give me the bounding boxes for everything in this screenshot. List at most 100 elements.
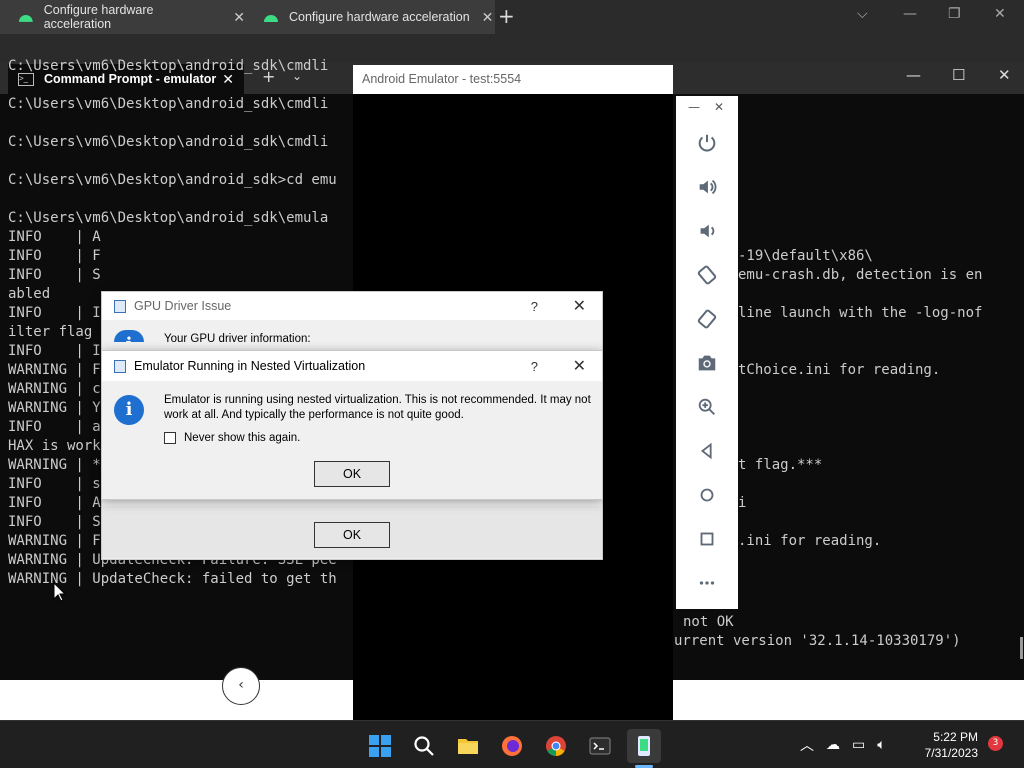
minimize-icon[interactable]: —: [906, 66, 921, 84]
android-icon: [18, 15, 33, 22]
emulator-app-icon[interactable]: [627, 729, 661, 763]
terminal-line: -19\default\x86\: [738, 248, 873, 264]
search-icon[interactable]: [407, 729, 441, 763]
dialog-titlebar: Emulator Running in Nested Virtualizatio…: [102, 351, 602, 381]
close-icon[interactable]: ✕: [573, 356, 586, 376]
chrome-icon[interactable]: [539, 729, 573, 763]
terminal-line: not OK: [683, 614, 734, 630]
maximize-icon[interactable]: ☐: [952, 66, 965, 84]
browser-tab-1-label: Configure hardware acceleration: [43, 3, 154, 31]
terminal-line: INFO | F: [8, 248, 101, 264]
help-button[interactable]: ?: [531, 359, 538, 374]
zoom-icon[interactable]: [676, 390, 738, 424]
close-icon[interactable]: ✕: [233, 9, 245, 26]
terminal-line: emu-crash.db, detection is en: [738, 267, 983, 283]
minimize-icon[interactable]: —: [903, 6, 917, 22]
time: 5:22 PM: [933, 730, 978, 744]
terminal-line: line launch with the -log-nof: [738, 305, 983, 321]
terminal-line: i: [738, 495, 747, 511]
scrollbar-thumb[interactable]: [1020, 637, 1023, 659]
browser-tab-1[interactable]: Configure hardware acceleration ✕: [0, 0, 245, 34]
ok-button[interactable]: OK: [314, 461, 390, 487]
restore-icon[interactable]: ❐: [948, 6, 961, 22]
network-icon[interactable]: ▭: [852, 737, 865, 753]
system-tray: ︿ ☁ ▭ 🔈︎: [800, 721, 886, 768]
app-icon: [114, 359, 126, 373]
emulator-toolbar: — ✕: [676, 96, 738, 609]
chevron-down-icon[interactable]: ⌵: [857, 6, 868, 22]
app-icon: [114, 299, 126, 313]
back-icon[interactable]: [676, 434, 738, 468]
clock[interactable]: 5:22 PM 7/31/2023: [912, 729, 978, 761]
never-show-checkbox[interactable]: Never show this again.: [164, 432, 300, 444]
close-icon[interactable]: ✕: [994, 6, 1006, 22]
terminal-line: .ini for reading.: [738, 533, 882, 549]
chevron-left-icon[interactable]: ‹: [222, 667, 260, 705]
gpu-info-text: Your GPU driver information:: [164, 333, 311, 345]
power-icon[interactable]: [676, 126, 738, 160]
notification-badge[interactable]: 3: [988, 736, 1003, 751]
terminal-line: INFO | A: [8, 229, 101, 245]
windows-start-icon[interactable]: [363, 729, 397, 763]
emulator-title: Android Emulator - test:5554: [353, 65, 673, 94]
chevron-up-icon[interactable]: ︿: [800, 735, 814, 755]
checkbox-label: Never show this again.: [184, 432, 301, 444]
rotate-right-icon[interactable]: [676, 302, 738, 336]
browser-tab-2-label: Configure hardware acceleration: [289, 10, 470, 24]
home-icon[interactable]: [676, 478, 738, 512]
dialog-title: Emulator Running in Nested Virtualizatio…: [134, 359, 366, 373]
help-button[interactable]: ?: [531, 299, 538, 314]
close-icon[interactable]: ✕: [482, 9, 494, 26]
nested-virtualization-dialog: Emulator Running in Nested Virtualizatio…: [101, 350, 603, 500]
ok-button[interactable]: OK: [314, 522, 390, 548]
terminal-output-right: -19\default\x86\ emu-crash.db, detection …: [738, 247, 982, 551]
more-icon[interactable]: [676, 566, 738, 600]
info-icon: i: [114, 395, 144, 425]
volume-down-icon[interactable]: [676, 214, 738, 248]
dialog-titlebar: GPU Driver Issue ? ✕: [102, 292, 602, 320]
rotate-left-icon[interactable]: [676, 258, 738, 292]
camera-icon[interactable]: [676, 346, 738, 380]
dialog-message: Emulator is running using nested virtual…: [164, 394, 591, 421]
checkbox-box[interactable]: [164, 432, 176, 444]
new-tab-button[interactable]: +: [498, 4, 515, 28]
terminal-app-icon[interactable]: [583, 729, 617, 763]
cloud-off-icon[interactable]: ☁: [826, 737, 840, 753]
info-icon: i: [114, 330, 144, 342]
terminal-line: C:\Users\vm6\Desktop\android_sdk\cmdli: [8, 96, 329, 112]
terminal-line: C:\Users\vm6\Desktop\android_sdk>cd emu: [8, 172, 337, 188]
terminal-line: C:\Users\vm6\Desktop\android_sdk\cmdli: [8, 58, 329, 74]
android-icon: [264, 15, 278, 22]
browser-tab-2[interactable]: Configure hardware acceleration ✕: [245, 0, 495, 34]
volume-up-icon[interactable]: [676, 170, 738, 204]
terminal-line: INFO | S: [8, 267, 101, 283]
browser-window: Configure hardware acceleration ✕ Config…: [0, 0, 1024, 62]
firefox-icon[interactable]: [495, 729, 529, 763]
close-icon[interactable]: ✕: [998, 66, 1011, 84]
close-icon[interactable]: ✕: [573, 296, 586, 316]
mouse-cursor-icon: [53, 582, 67, 602]
date: 7/31/2023: [924, 746, 978, 760]
minimize-icon[interactable]: —: [688, 100, 700, 114]
close-icon[interactable]: ✕: [714, 100, 724, 114]
overview-icon[interactable]: [676, 522, 738, 556]
speaker-icon[interactable]: 🔈︎: [877, 737, 885, 753]
terminal-line: urrent version '32.1.14-10330179'): [674, 633, 961, 649]
terminal-line: t flag.***: [738, 457, 823, 473]
file-explorer-icon[interactable]: [451, 729, 485, 763]
taskbar: ︿ ☁ ▭ 🔈︎ 5:22 PM 7/31/2023: [0, 720, 1024, 768]
terminal-line: tChoice.ini for reading.: [738, 362, 941, 378]
dialog-title: GPU Driver Issue: [134, 299, 232, 313]
terminal-line: C:\Users\vm6\Desktop\android_sdk\emula: [8, 210, 329, 226]
